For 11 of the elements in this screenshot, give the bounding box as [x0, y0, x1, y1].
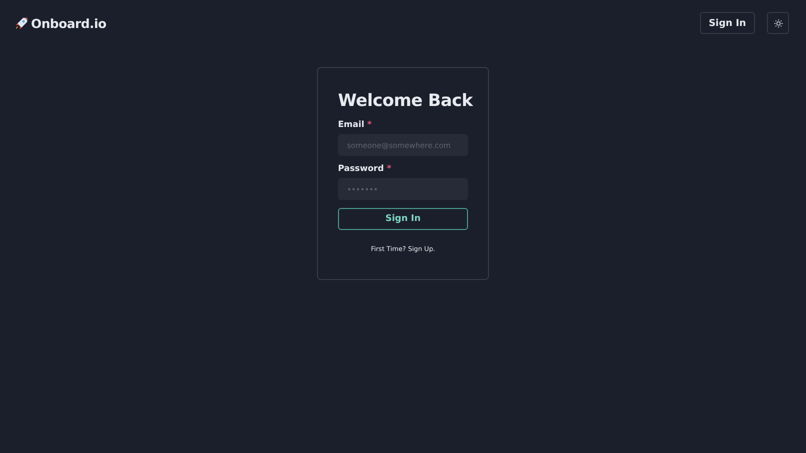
brand-name[interactable]: Onboard.io	[31, 16, 106, 30]
sun-icon	[774, 18, 782, 28]
sign-in-button[interactable]: Sign In	[700, 12, 755, 34]
required-mark: *	[386, 164, 392, 174]
required-mark: *	[367, 120, 372, 130]
card-title: Welcome Back	[338, 90, 473, 112]
submit-button[interactable]: Sign In	[338, 208, 468, 230]
rocket-icon	[15, 16, 28, 30]
theme-toggle-button[interactable]	[767, 12, 789, 34]
field-label: Password	[338, 164, 384, 174]
field-label: Email	[338, 120, 364, 130]
